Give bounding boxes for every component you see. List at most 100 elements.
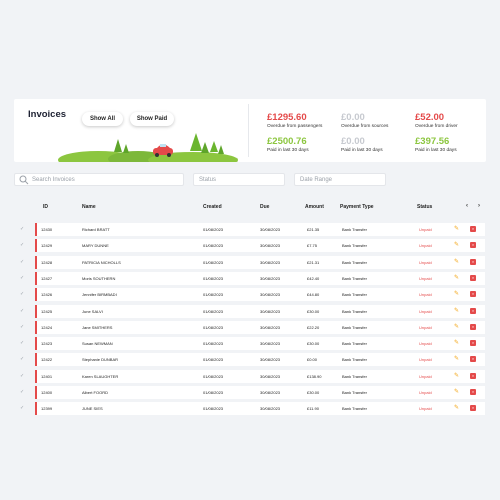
cell-created: 01/08/2023 bbox=[203, 373, 224, 379]
cell-id: 12401 bbox=[41, 373, 53, 379]
page-title: Invoices bbox=[28, 109, 67, 120]
checkmark-icon[interactable]: ✓ bbox=[20, 356, 24, 362]
show-all-button[interactable]: Show All bbox=[82, 112, 123, 126]
table-row[interactable]: ✓ 12430 Richard BRATT 01/08/2023 30/08/2023 £… bbox=[20, 223, 485, 236]
column-header-created[interactable]: Created bbox=[203, 204, 222, 210]
table-row[interactable]: ✓ 12423 Susan NEWMAN 01/08/2023 30/08/2023 £3… bbox=[20, 337, 485, 351]
stat-overdue-driver: £52.00 Overdue from driver bbox=[415, 112, 458, 129]
pencil-icon[interactable]: ✎ bbox=[454, 372, 459, 379]
pencil-icon[interactable]: ✎ bbox=[454, 274, 459, 281]
column-header-payment-type[interactable]: Payment Type bbox=[340, 204, 374, 210]
search-icon bbox=[19, 175, 29, 184]
cell-created: 01/08/2023 bbox=[203, 357, 224, 363]
cell-status: Unpaid bbox=[419, 243, 432, 249]
stat-label: Overdue from passengers bbox=[267, 124, 323, 129]
table-row[interactable]: ✓ 12400 Albert FOORD 01/08/2023 30/08/2023 £3… bbox=[20, 386, 485, 399]
column-header-status[interactable]: Status bbox=[417, 204, 432, 210]
table-row[interactable]: ✓ 12428 PATRICIA NICHOLLS 01/08/2023 30/08/2… bbox=[20, 255, 485, 269]
stat-overdue-passengers: £1295.60 Overdue from passengers bbox=[267, 112, 322, 129]
pencil-icon[interactable]: ✎ bbox=[454, 355, 459, 362]
table-row[interactable]: ✓ 12427 Moris SOUTHERN 01/08/2023 30/08/2023… bbox=[20, 271, 485, 285]
checkmark-icon[interactable]: ✓ bbox=[20, 242, 24, 248]
cell-created: 01/08/2023 bbox=[203, 324, 224, 330]
delete-icon[interactable]: × bbox=[470, 372, 476, 379]
checkmark-icon[interactable]: ✓ bbox=[20, 259, 24, 265]
cell-name: MARY DUNNE bbox=[82, 243, 109, 249]
checkmark-icon[interactable]: ✓ bbox=[20, 405, 24, 411]
stat-amount: £0.00 bbox=[341, 112, 365, 123]
stat-label: Overdue from sources bbox=[341, 124, 389, 129]
cell-due: 30/08/2023 bbox=[260, 227, 281, 232]
delete-icon[interactable]: × bbox=[470, 307, 476, 314]
cell-name: Susan NEWMAN bbox=[82, 341, 113, 347]
cell-payment-type: Bank Transfer bbox=[342, 259, 367, 265]
cell-payment-type: Bank Transfer bbox=[342, 243, 367, 249]
checkmark-icon[interactable]: ✓ bbox=[20, 340, 24, 346]
column-header-id[interactable]: ID bbox=[43, 204, 48, 210]
cell-amount: £7.75 bbox=[307, 243, 318, 249]
cell-due: 30/08/2023 bbox=[260, 259, 281, 265]
delete-icon[interactable]: × bbox=[470, 323, 476, 330]
delete-icon[interactable]: × bbox=[470, 356, 476, 363]
cell-id: 12427 bbox=[41, 275, 53, 281]
pencil-icon[interactable]: ✎ bbox=[454, 241, 459, 248]
status-filter[interactable]: Status bbox=[193, 173, 285, 186]
table-row[interactable]: ✓ 12422 Stephanie DUNBAR 01/08/2023 30/08/20… bbox=[20, 353, 485, 367]
delete-icon[interactable]: × bbox=[470, 274, 476, 281]
table-row[interactable]: ✓ 12429 MARY DUNNE 01/08/2023 30/08/2023 £7.7… bbox=[20, 239, 485, 253]
cell-status: Unpaid bbox=[419, 292, 432, 298]
checkmark-icon[interactable]: ✓ bbox=[20, 275, 24, 281]
previous-page-button[interactable]: ‹ bbox=[466, 203, 468, 209]
cell-name: June SALVI bbox=[82, 308, 103, 314]
checkmark-icon[interactable]: ✓ bbox=[20, 373, 24, 379]
cell-name: Moris SOUTHERN bbox=[82, 275, 116, 281]
cell-amount: £22.20 bbox=[307, 324, 320, 330]
cell-payment-type: Bank Transfer bbox=[342, 373, 367, 379]
cell-amount: £30.00 bbox=[307, 308, 320, 314]
pencil-icon[interactable]: ✎ bbox=[454, 290, 459, 297]
cell-due: 30/08/2023 bbox=[260, 275, 281, 281]
delete-icon[interactable]: × bbox=[470, 242, 476, 249]
date-range-filter[interactable]: Date Range bbox=[294, 173, 386, 186]
pencil-icon[interactable]: ✎ bbox=[454, 388, 459, 395]
cell-due: 30/08/2023 bbox=[260, 390, 281, 395]
pencil-icon[interactable]: ✎ bbox=[454, 225, 459, 232]
search-input[interactable]: Search Invoices bbox=[14, 173, 184, 186]
cell-created: 01/08/2023 bbox=[203, 390, 224, 395]
cell-created: 01/08/2023 bbox=[203, 308, 224, 314]
delete-icon[interactable]: × bbox=[470, 340, 476, 347]
pencil-icon[interactable]: ✎ bbox=[454, 307, 459, 314]
cell-id: 12422 bbox=[41, 357, 53, 363]
column-header-amount[interactable]: Amount bbox=[305, 204, 324, 210]
delete-icon[interactable]: × bbox=[470, 291, 476, 298]
cell-name: JUNE SIES bbox=[82, 406, 103, 412]
column-header-due[interactable]: Due bbox=[260, 204, 269, 210]
cell-name: Stephanie DUNBAR bbox=[82, 357, 119, 363]
checkmark-icon[interactable]: ✓ bbox=[20, 324, 24, 330]
delete-icon[interactable]: × bbox=[470, 405, 476, 412]
delete-icon[interactable]: × bbox=[470, 258, 476, 265]
stat-amount: £2500.76 bbox=[267, 136, 307, 147]
cell-amount: £30.00 bbox=[307, 390, 320, 395]
delete-icon[interactable]: × bbox=[470, 389, 476, 395]
stat-amount: £1295.60 bbox=[267, 112, 307, 123]
table-row[interactable]: ✓ 12399 JUNE SIES 01/08/2023 30/08/2023 £11.9… bbox=[20, 402, 485, 416]
checkmark-icon[interactable]: ✓ bbox=[20, 226, 24, 232]
checkmark-icon[interactable]: ✓ bbox=[20, 308, 24, 314]
checkmark-icon[interactable]: ✓ bbox=[20, 291, 24, 297]
cell-name: Albert FOORD bbox=[82, 390, 109, 395]
table-row[interactable]: ✓ 12401 Karen SLAUGHTER 01/08/2023 30/08/202… bbox=[20, 369, 485, 383]
next-page-button[interactable]: › bbox=[478, 203, 480, 209]
table-row[interactable]: ✓ 12425 June SALVI 01/08/2023 30/08/2023 £30.… bbox=[20, 304, 485, 318]
show-paid-button[interactable]: Show Paid bbox=[130, 112, 174, 126]
delete-icon[interactable]: × bbox=[470, 226, 476, 232]
pencil-icon[interactable]: ✎ bbox=[454, 404, 459, 411]
table-row[interactable]: ✓ 12426 Jennifer BIRMBADI 01/08/2023 30/08/2… bbox=[20, 288, 485, 302]
table-row[interactable]: ✓ 12424 Jane SMITHERS 01/08/2023 30/08/2023 £… bbox=[20, 320, 485, 334]
checkmark-icon[interactable]: ✓ bbox=[20, 389, 24, 395]
cell-amount: £11.90 bbox=[307, 406, 319, 412]
pencil-icon[interactable]: ✎ bbox=[454, 323, 459, 330]
pencil-icon[interactable]: ✎ bbox=[454, 339, 459, 346]
pencil-icon[interactable]: ✎ bbox=[454, 258, 459, 265]
column-header-name[interactable]: Name bbox=[82, 204, 96, 210]
